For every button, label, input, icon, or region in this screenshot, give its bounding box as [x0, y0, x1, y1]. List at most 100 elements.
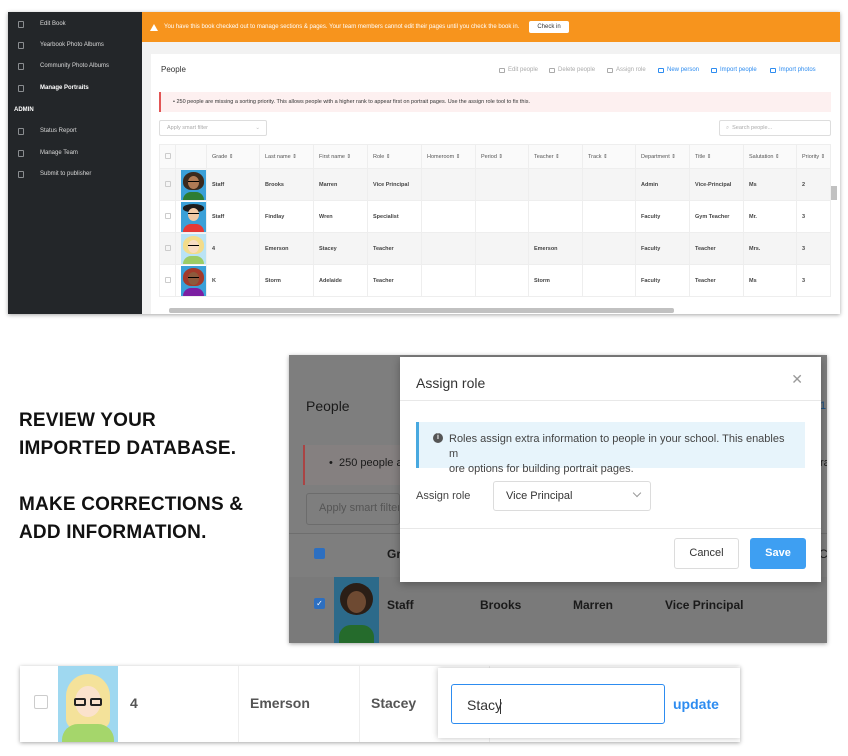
edit-people-button[interactable]: Edit people	[499, 67, 538, 73]
album-icon	[18, 41, 24, 49]
table-row[interactable]: Staff Brooks Marren Vice Principal Admin Vice…	[159, 168, 831, 201]
cell-homeroom	[421, 264, 476, 297]
cell-salutation: Ms	[743, 168, 797, 201]
select-all-checkbox[interactable]	[159, 144, 176, 169]
close-icon[interactable]: ✕	[791, 371, 803, 388]
text-caret	[500, 698, 502, 714]
photo-icon	[770, 67, 776, 73]
bg-row-checkbox: ✓	[314, 598, 325, 609]
sidebar-item-manage-team[interactable]: Manage Team	[8, 145, 142, 161]
search-input[interactable]: ⌕ Search people...	[719, 120, 831, 136]
cell-first-name: Stacey	[313, 232, 368, 265]
cell-track	[582, 264, 636, 297]
cell-priority: 3	[796, 200, 831, 233]
cell-salutation: Mrs.	[743, 232, 797, 265]
horizontal-scrollbar[interactable]	[169, 308, 674, 313]
col-header-teacher[interactable]: Teacher ⇕	[528, 144, 583, 169]
headline-line-4: ADD INFORMATION.	[19, 522, 207, 543]
col-header-title[interactable]: Title ⇕	[689, 144, 744, 169]
sidebar-item-yearbook-albums[interactable]: Yearbook Photo Albums	[8, 37, 142, 53]
row-checkbox[interactable]	[159, 168, 176, 201]
save-button[interactable]: Save	[750, 538, 806, 569]
check-in-button[interactable]: Check in	[529, 21, 569, 33]
import-people-button[interactable]: Import people	[711, 67, 757, 73]
avatar	[175, 168, 207, 201]
cell-last-name: Findlay	[259, 200, 314, 233]
tag-icon	[607, 67, 613, 73]
inline-edit-popover: Stacy update	[438, 668, 740, 738]
cell-salutation: Mr.	[743, 200, 797, 233]
cell-period	[475, 168, 529, 201]
col-header-salutation[interactable]: Salutation ⇕	[743, 144, 797, 169]
col-header-track[interactable]: Track ⇕	[582, 144, 636, 169]
col-header-role[interactable]: Role ⇕	[367, 144, 422, 169]
chevron-down-icon	[632, 488, 642, 498]
cell-department: Faculty	[635, 232, 690, 265]
col-header-period[interactable]: Period ⇕	[475, 144, 529, 169]
row-checkbox[interactable]	[159, 264, 176, 297]
cell-homeroom	[421, 232, 476, 265]
row-checkbox[interactable]	[159, 232, 176, 265]
table-header-row: Grade ⇕ Last name ⇕ First name ⇕ Role ⇕ …	[159, 144, 831, 169]
admin-heading: ADMIN	[14, 107, 34, 113]
people-panel: People Edit people Delete people Assign …	[151, 54, 840, 314]
sidebar-item-community-albums[interactable]: Community Photo Albums	[8, 58, 142, 74]
edit-person-icon	[499, 67, 505, 73]
col-header-homeroom[interactable]: Homeroom ⇕	[421, 144, 476, 169]
cell-grade: Staff	[206, 200, 260, 233]
bg-cell-first-name: Marren	[573, 598, 614, 612]
cell-last-name: Storm	[259, 264, 314, 297]
sidebar-item-edit-book[interactable]: Edit Book	[8, 16, 142, 32]
role-select[interactable]: Vice Principal	[493, 481, 651, 511]
smart-filter-select[interactable]: Apply smart filter ⌄	[159, 120, 267, 136]
sidebar-item-manage-portraits[interactable]: Manage Portraits	[8, 80, 142, 96]
assign-role-screenshot: People 1 • 250 people a ra Apply smart f…	[289, 355, 827, 643]
cell-first-name: Marren	[313, 168, 368, 201]
table-row[interactable]: K Storm Adelaide Teacher Storm Faculty Teacher…	[159, 264, 831, 297]
row-checkbox[interactable]	[34, 695, 48, 709]
bg-cell-role: Vice Principal	[665, 598, 744, 612]
modal-footer-divider	[400, 528, 821, 529]
assign-role-button[interactable]: Assign role	[607, 67, 646, 73]
vertical-scrollbar[interactable]	[831, 186, 837, 200]
col-header-priority[interactable]: Priority ⇕	[796, 144, 831, 169]
cell-role: Specialist	[367, 200, 422, 233]
import-photos-button[interactable]: Import photos	[770, 67, 816, 73]
col-header-department[interactable]: Department ⇕	[635, 144, 690, 169]
table-row[interactable]: 4 Emerson Stacey Teacher Emerson Faculty Teach…	[159, 232, 831, 265]
info-text-line-1: Roles assign extra information to people…	[449, 433, 785, 460]
cell-grade: Staff	[206, 168, 260, 201]
avatar	[175, 200, 207, 233]
cell-salutation: Ms	[743, 264, 797, 297]
cancel-button[interactable]: Cancel	[674, 538, 739, 569]
sidebar-item-submit[interactable]: Submit to publisher	[8, 166, 142, 182]
modal-title: Assign role	[416, 375, 486, 391]
last-name-cell: Emerson	[239, 666, 360, 742]
update-link[interactable]: update	[673, 696, 719, 712]
cell-priority: 2	[796, 168, 831, 201]
cell-teacher	[528, 168, 583, 201]
book-icon	[18, 20, 24, 28]
cell-teacher: Emerson	[528, 232, 583, 265]
people-table: Grade ⇕ Last name ⇕ First name ⇕ Role ⇕ …	[159, 144, 831, 297]
sidebar-item-status-report[interactable]: Status Report	[8, 123, 142, 139]
first-name-edit-input[interactable]: Stacy	[451, 684, 665, 724]
priority-alert: • 250 people are missing a sorting prior…	[159, 92, 831, 112]
cell-last-name: Emerson	[259, 232, 314, 265]
cell-grade: K	[206, 264, 260, 297]
avatar	[175, 232, 207, 265]
col-header-grade[interactable]: Grade ⇕	[206, 144, 260, 169]
delete-people-button[interactable]: Delete people	[549, 67, 595, 73]
chevron-down-icon: ⌄	[255, 125, 260, 131]
cell-period	[475, 264, 529, 297]
cell-title: Gym Teacher	[689, 200, 744, 233]
row-checkbox[interactable]	[159, 200, 176, 233]
avatar	[334, 577, 379, 643]
col-header-last-name[interactable]: Last name ⇕	[259, 144, 314, 169]
table-row[interactable]: Staff Findlay Wren Specialist Faculty Gym Tea…	[159, 200, 831, 233]
new-person-button[interactable]: New person	[658, 67, 699, 73]
cell-period	[475, 200, 529, 233]
grade-cell: 4	[118, 666, 239, 742]
cell-role: Vice Principal	[367, 168, 422, 201]
col-header-first-name[interactable]: First name ⇕	[313, 144, 368, 169]
